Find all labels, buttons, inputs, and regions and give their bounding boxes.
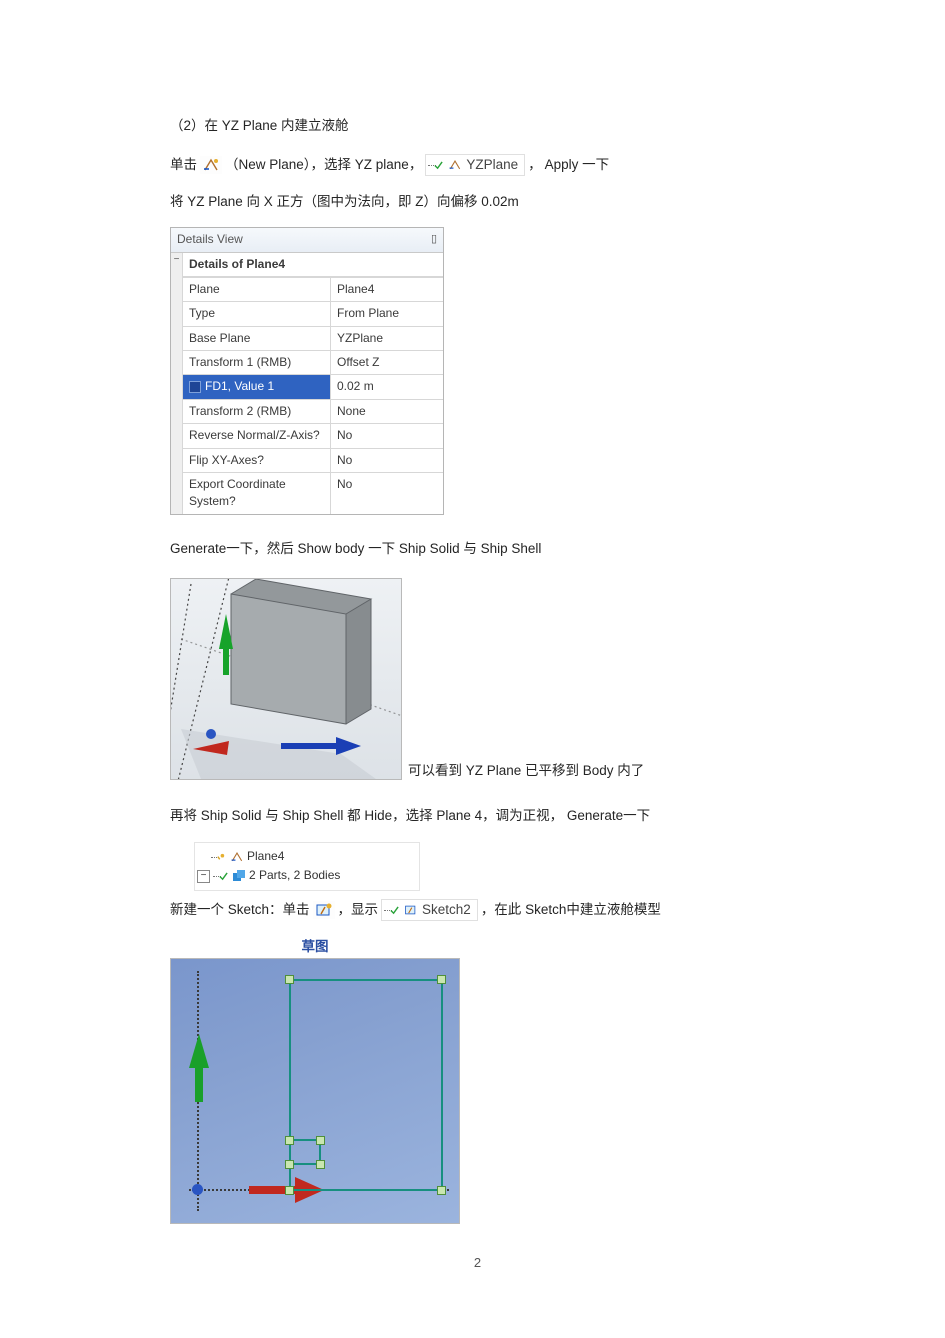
y-axis-arrow-icon xyxy=(187,1034,211,1104)
paragraph-new-plane: 单击 （New Plane），选择 YZ plane， YZPlane ， Ap… xyxy=(170,154,785,176)
paragraph-new-sketch: 新建一个 Sketch：单击 ，显示 Sketch2 ，在此 Sketch中建立… xyxy=(170,899,785,921)
yzplane-tree-item: YZPlane xyxy=(425,154,525,176)
sketch-title: 草图 xyxy=(170,937,460,957)
prop-key: Export Coordinate System? xyxy=(183,472,331,514)
prop-val[interactable]: No xyxy=(331,472,443,514)
yzplane-label: YZPlane xyxy=(466,155,518,175)
prop-key: Transform 1 (RMB) xyxy=(183,350,331,374)
model-tree: Plane4 − 2 Parts, 2 Bodies xyxy=(194,842,420,891)
prop-val[interactable]: Plane4 xyxy=(331,277,443,301)
sketch-icon xyxy=(404,903,418,917)
prop-key: Reverse Normal/Z-Axis? xyxy=(183,423,331,447)
text: ， Apply 一下 xyxy=(528,155,609,175)
tree-item-parts[interactable]: − 2 Parts, 2 Bodies xyxy=(197,866,411,885)
tree-connector-icon xyxy=(428,157,444,173)
plane-icon xyxy=(448,158,462,172)
paragraph-generate-showbody: Generate一下，然后 Show body 一下 Ship Solid 与 … xyxy=(170,539,785,559)
sketch-tree-item: Sketch2 xyxy=(381,899,478,921)
tree-label: 2 Parts, 2 Bodies xyxy=(249,867,340,884)
new-sketch-icon xyxy=(313,901,335,919)
tree-connector-icon xyxy=(213,868,229,884)
prop-val[interactable]: Offset Z xyxy=(331,350,443,374)
prop-val[interactable]: YZPlane xyxy=(331,326,443,350)
paragraph-hide-plane: 再将 Ship Solid 与 Ship Shell 都 Hide，选择 Pla… xyxy=(170,806,785,826)
text: 新建一个 Sketch：单击 xyxy=(170,900,310,920)
parts-icon xyxy=(232,869,246,883)
prop-val[interactable]: No xyxy=(331,423,443,447)
tree-label: Plane4 xyxy=(247,848,284,865)
prop-key: Base Plane xyxy=(183,326,331,350)
text: ，在此 Sketch中建立液舱模型 xyxy=(481,900,661,920)
step-heading: （2）在 YZ Plane 内建立液舱 xyxy=(170,116,785,136)
prop-key-label: FD1, Value 1 xyxy=(205,378,274,395)
text: （New Plane），选择 YZ plane， xyxy=(225,155,422,175)
details-view-title: Details View ▯ xyxy=(171,228,443,252)
tree-item-plane4[interactable]: Plane4 xyxy=(211,847,411,866)
prop-val[interactable]: 0.02 m xyxy=(331,374,443,398)
prop-val[interactable]: None xyxy=(331,399,443,423)
collapse-toggle[interactable]: − xyxy=(171,253,183,277)
details-view-panel: Details View ▯ − Details of Plane4 Plane… xyxy=(170,227,444,515)
sketch-label: Sketch2 xyxy=(422,900,471,920)
text: 单击 xyxy=(170,155,197,175)
prop-key: Transform 2 (RMB) xyxy=(183,399,331,423)
paragraph-offset: 将 YZ Plane 向 X 正方（图中为法向，即 Z）向偏移 0.02m xyxy=(170,192,785,212)
pin-icon[interactable]: ▯ xyxy=(431,232,437,248)
text: ，显示 xyxy=(338,900,379,920)
prop-val[interactable]: From Plane xyxy=(331,301,443,325)
expand-toggle[interactable]: − xyxy=(197,870,210,883)
prop-key-selected[interactable]: FD1, Value 1 xyxy=(183,374,331,398)
tree-connector-icon xyxy=(384,902,400,918)
viewport-sketch[interactable] xyxy=(170,958,460,1224)
tree-connector-icon xyxy=(211,849,227,865)
details-view-title-label: Details View xyxy=(177,231,243,248)
viewport-3d[interactable] xyxy=(170,578,402,780)
prop-key: Flip XY-Axes? xyxy=(183,448,331,472)
details-header: Details of Plane4 xyxy=(183,253,443,277)
page-number: 2 xyxy=(170,1254,785,1273)
prop-key: Type xyxy=(183,301,331,325)
plane-icon xyxy=(230,850,244,864)
prop-val[interactable]: No xyxy=(331,448,443,472)
prop-key: Plane xyxy=(183,277,331,301)
selected-square-icon xyxy=(189,381,201,393)
new-plane-icon xyxy=(200,156,222,174)
viewport-caption: 可以看到 YZ Plane 已平移到 Body 内了 xyxy=(408,761,644,781)
origin-point-icon xyxy=(192,1184,203,1195)
